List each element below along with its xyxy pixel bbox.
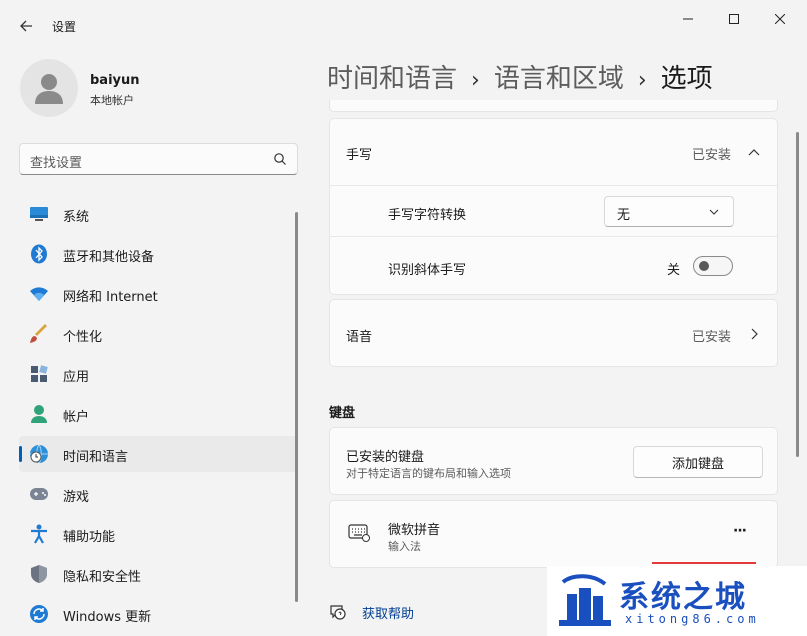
divider [330,236,777,237]
sidebar-nav: 系统 蓝牙和其他设备 网络和 Internet 个性化 应用 帐户 时间和语言 … [19,196,297,636]
partial-menu-edge [652,562,756,564]
char-convert-value: 无 [617,208,631,223]
sidebar-item-label: 隐私和安全性 [63,570,142,585]
toggle-knob [699,261,709,271]
ime-type: 输入法 [388,540,421,553]
sidebar-item-label: Windows 更新 [63,610,152,625]
globe-clock-icon [29,444,49,464]
sidebar-item-label: 应用 [63,370,90,385]
installed-keyboards-desc: 对于特定语言的键布局和输入选项 [346,467,511,480]
breadcrumb-language-region[interactable]: 语言和区域 [494,64,624,94]
accessibility-icon [29,524,49,544]
user-name: baiyun [90,73,140,88]
help-icon [330,605,346,620]
handwriting-status: 已安装 [692,148,732,163]
bluetooth-icon [29,244,49,264]
app-title: 设置 [52,20,77,34]
sidebar-item-label: 蓝牙和其他设备 [63,250,155,265]
char-convert-dropdown[interactable]: 无 [604,196,734,227]
sidebar-item-privacy[interactable]: 隐私和安全性 [19,556,297,592]
sidebar-item-time-language[interactable]: 时间和语言 [19,436,297,472]
main-scrollbar[interactable] [796,132,799,457]
minimize-button[interactable] [666,6,710,32]
apps-icon [29,364,49,384]
search-input[interactable]: 查找设置 [19,143,298,175]
ime-name: 微软拼音 [388,523,441,538]
breadcrumb-separator: › [471,68,480,93]
title-bar: 设置 [0,0,807,48]
handwriting-card: 手写 已安装 手写字符转换 无 识别斜体手写 关 [329,118,778,295]
chevron-right-icon [751,328,758,340]
sidebar-item-apps[interactable]: 应用 [19,356,297,392]
more-options-button[interactable]: ··· [733,523,747,539]
person-icon [29,404,49,424]
breadcrumb-separator: › [637,68,647,93]
shield-icon [29,564,49,584]
wifi-icon [29,284,49,304]
breadcrumb-time-language[interactable]: 时间和语言 [327,64,457,94]
breadcrumb: 时间和语言 › 语言和区域 › 选项 [327,58,713,95]
back-button[interactable] [14,14,38,38]
sidebar-scrollbar[interactable] [295,212,298,602]
italic-handwriting-toggle[interactable] [693,256,733,276]
sidebar-item-gaming[interactable]: 游戏 [19,476,297,512]
sidebar-item-label: 时间和语言 [63,450,129,465]
char-convert-label: 手写字符转换 [388,208,467,223]
previous-card-edge [329,100,778,112]
keyboard-section-title: 键盘 [329,406,356,421]
avatar [20,59,78,117]
speech-status: 已安装 [692,330,732,345]
add-keyboard-button[interactable]: 添加键盘 [633,446,763,478]
sidebar-item-label: 帐户 [63,410,90,425]
castle-logo-icon [559,574,611,626]
watermark: 系统之城 xitong86.com [547,566,807,636]
sidebar-item-network[interactable]: 网络和 Internet [19,276,297,312]
minimize-icon [683,18,693,20]
watermark-url: xitong86.com [625,612,760,626]
close-button[interactable] [758,6,802,32]
sidebar-item-label: 游戏 [63,490,90,505]
maximize-icon [729,14,739,24]
arrow-left-icon [20,20,32,32]
handwriting-header[interactable]: 手写 已安装 [330,119,777,185]
keyboard-icon [348,524,370,542]
speech-card[interactable]: 语音 已安装 [329,299,778,367]
search-placeholder: 查找设置 [30,156,83,171]
handwriting-title: 手写 [346,148,373,163]
ime-card: 微软拼音 输入法 ··· [329,500,778,568]
maximize-button[interactable] [712,6,756,32]
watermark-title: 系统之城 [619,580,747,615]
sidebar-item-label: 网络和 Internet [63,290,158,305]
installed-keyboards-card: 已安装的键盘 对于特定语言的键布局和输入选项 添加键盘 [329,427,778,495]
chevron-up-icon[interactable] [748,148,760,156]
account-type: 本地帐户 [90,94,134,107]
sidebar-item-accessibility[interactable]: 辅助功能 [19,516,297,552]
chevron-down-icon [709,209,719,215]
sidebar-item-label: 个性化 [63,330,103,345]
speech-title: 语音 [346,330,373,345]
sidebar-item-system[interactable]: 系统 [19,196,297,232]
sidebar-item-bluetooth[interactable]: 蓝牙和其他设备 [19,236,297,272]
person-avatar-icon [35,74,63,104]
search-icon [274,153,286,165]
installed-keyboards-title: 已安装的键盘 [346,450,425,465]
brush-icon [29,324,49,344]
sidebar-item-windows-update[interactable]: Windows 更新 [19,596,297,632]
italic-toggle-state: 关 [667,263,681,278]
page-title: 选项 [660,64,713,94]
divider [330,185,777,186]
get-help-link[interactable]: 获取帮助 [362,603,414,622]
sidebar-item-personalization[interactable]: 个性化 [19,316,297,352]
update-icon [29,604,49,624]
monitor-icon [29,204,49,224]
close-icon [775,14,785,24]
sidebar-item-label: 系统 [63,210,90,225]
italic-handwriting-label: 识别斜体手写 [388,263,467,278]
sidebar-item-accounts[interactable]: 帐户 [19,396,297,432]
sidebar-item-label: 辅助功能 [63,530,116,545]
gamepad-icon [29,484,49,504]
